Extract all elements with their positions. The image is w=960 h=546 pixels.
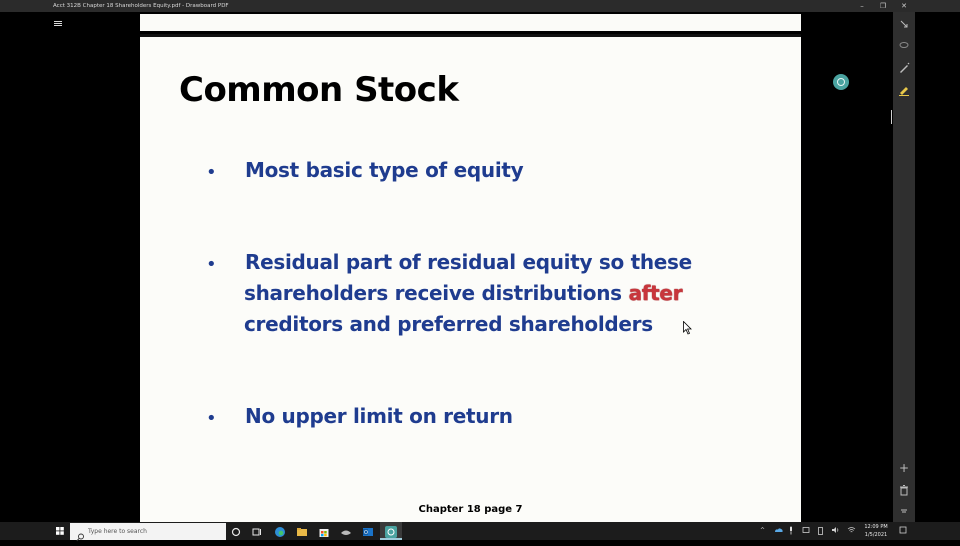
pen-icon[interactable] xyxy=(897,61,911,75)
bullet-marker: • xyxy=(206,254,217,275)
clock-time: 12:09 PM xyxy=(864,524,888,530)
taskbar-search-box[interactable]: Type here to search xyxy=(70,523,226,542)
document-viewer: Common Stock • Most basic type of equity… xyxy=(0,12,960,522)
select-icon[interactable] xyxy=(897,18,911,32)
toolbar-divider xyxy=(891,110,892,124)
pdf-page[interactable]: Common Stock • Most basic type of equity… xyxy=(140,34,801,522)
menu-icon[interactable] xyxy=(53,19,63,29)
highlighter-icon[interactable] xyxy=(897,83,911,97)
restore-button[interactable]: ❐ xyxy=(873,0,893,12)
outlook-icon[interactable]: O xyxy=(361,524,375,538)
minimize-button[interactable]: – xyxy=(852,0,872,12)
slide-title: Common Stock xyxy=(179,70,459,110)
window-title-bar: Acct 312B Chapter 18 Shareholders Equity… xyxy=(0,0,960,12)
system-clock[interactable]: 12:09 PM 1/5/2021 xyxy=(862,523,890,539)
volume-icon[interactable] xyxy=(831,526,840,538)
tool-settings-icon[interactable] xyxy=(833,74,849,90)
drawboard-taskbar-button[interactable] xyxy=(380,522,402,540)
emphasis-word: after xyxy=(628,281,683,305)
onedrive-icon[interactable] xyxy=(774,527,783,537)
bullet-text-2-line-2: shareholders receive distributions after xyxy=(244,278,682,309)
previous-page-edge[interactable] xyxy=(140,14,801,31)
lasso-icon[interactable] xyxy=(897,39,911,53)
bullet-text-2-line-1: Residual part of residual equity so thes… xyxy=(245,250,692,274)
add-page-icon[interactable]: + xyxy=(897,461,911,475)
svg-text:O: O xyxy=(364,530,368,536)
microphone-icon[interactable] xyxy=(788,526,794,539)
windows-taskbar: Type here to search O ^ 12:09 PM 1/5/202… xyxy=(0,522,960,542)
clock-date: 1/5/2021 xyxy=(864,532,888,538)
collapse-icon[interactable] xyxy=(897,503,911,517)
drawboard-icon xyxy=(384,524,398,538)
search-placeholder: Type here to search xyxy=(88,528,147,535)
close-button[interactable]: ✕ xyxy=(894,0,914,12)
window-title: Acct 312B Chapter 18 Shareholders Equity… xyxy=(53,3,229,9)
tablet-mode-icon[interactable] xyxy=(802,526,810,538)
mail-icon[interactable] xyxy=(339,524,353,538)
bullet-text-1: Most basic type of equity xyxy=(245,158,524,182)
bullet-text-2-line-3: creditors and preferred shareholders xyxy=(244,312,653,336)
bullet-marker: • xyxy=(206,408,217,429)
tray-overflow-icon[interactable]: ^ xyxy=(760,526,765,536)
mouse-cursor-icon xyxy=(683,320,692,335)
bullet-text-2-line-2-prefix: shareholders receive distributions xyxy=(244,281,629,305)
cortana-icon[interactable] xyxy=(229,524,243,538)
delete-icon[interactable] xyxy=(897,483,911,497)
slide-footer: Chapter 18 page 7 xyxy=(418,504,523,515)
battery-icon[interactable] xyxy=(817,526,824,539)
annotation-toolbar: + xyxy=(893,12,915,522)
bullet-marker: • xyxy=(206,162,217,183)
notifications-icon[interactable] xyxy=(899,526,907,538)
network-icon[interactable] xyxy=(847,526,856,538)
store-icon[interactable] xyxy=(317,524,331,538)
windows-start-icon[interactable] xyxy=(52,522,68,540)
bullet-text-3: No upper limit on return xyxy=(245,404,513,428)
task-view-icon[interactable] xyxy=(250,524,264,538)
edge-icon[interactable] xyxy=(273,524,287,538)
file-explorer-icon[interactable] xyxy=(295,524,309,538)
search-icon xyxy=(76,527,84,542)
